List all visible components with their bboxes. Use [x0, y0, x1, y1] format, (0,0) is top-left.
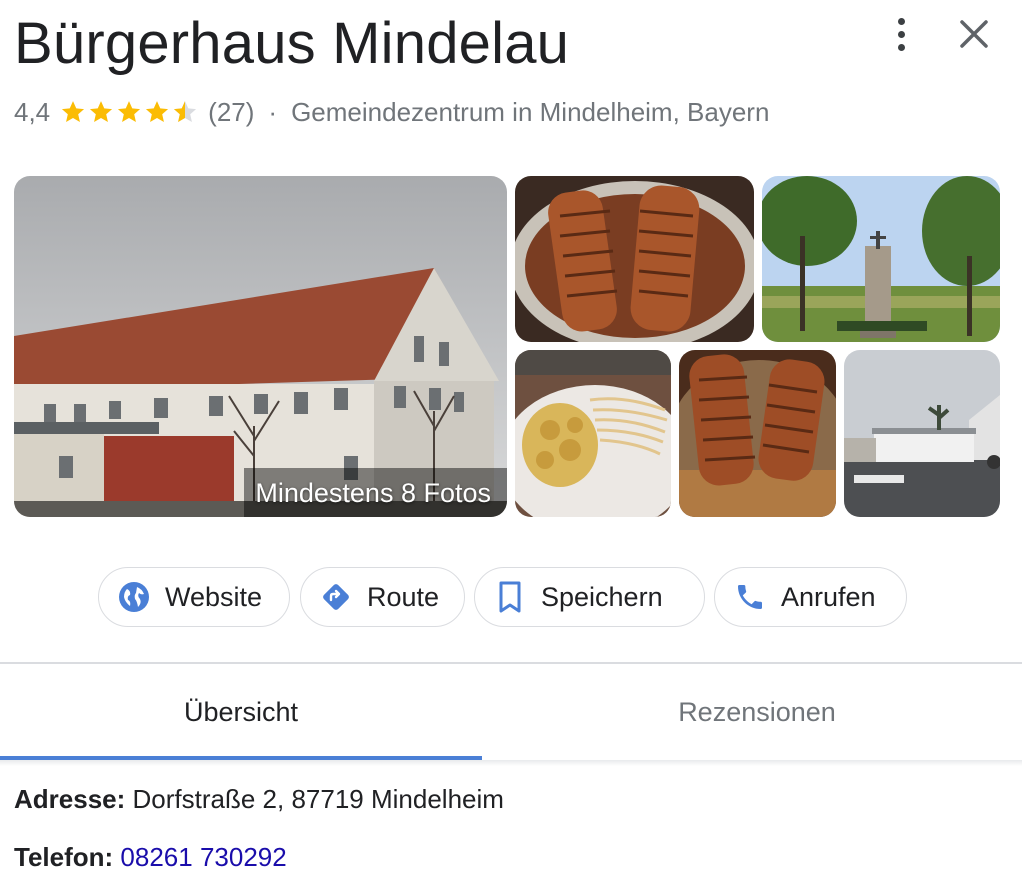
phone-row: Telefon: 08261 730292: [14, 842, 287, 873]
website-button[interactable]: Website: [98, 567, 290, 627]
phone-link[interactable]: 08261 730292: [120, 842, 286, 872]
website-label: Website: [165, 581, 263, 612]
rating-stars: [60, 99, 198, 125]
star-icon: [146, 101, 169, 122]
address-row: Adresse: Dorfstraße 2, 87719 Mindelheim: [14, 784, 504, 815]
photo-main-building[interactable]: Mindestens 8 Fotos: [14, 176, 507, 517]
close-icon[interactable]: [950, 12, 998, 56]
photo-count-caption: Mindestens 8 Fotos: [255, 478, 491, 508]
review-count[interactable]: (27): [208, 97, 254, 128]
address-value: Dorfstraße 2, 87719 Mindelheim: [132, 784, 504, 814]
star-icon: [62, 101, 85, 122]
call-label: Anrufen: [781, 581, 876, 612]
place-title: Bürgerhaus Mindelau: [14, 11, 570, 76]
rating-value: 4,4: [14, 96, 51, 127]
phone-label: Telefon:: [14, 842, 114, 872]
photo-food-ribs[interactable]: [515, 176, 754, 342]
phone-icon: [733, 580, 767, 614]
tab-overview[interactable]: Übersicht: [0, 664, 482, 760]
star-icon: [90, 101, 113, 122]
star-icon: [118, 101, 141, 122]
address-label: Adresse:: [14, 784, 126, 814]
directions-icon: [319, 580, 353, 614]
more-vert-icon[interactable]: [886, 14, 916, 54]
route-button[interactable]: Route: [300, 567, 465, 627]
photo-food-salad[interactable]: [515, 350, 671, 517]
bookmark-icon: [493, 580, 527, 614]
tab-reviews[interactable]: Rezensionen: [492, 664, 1022, 760]
globe-icon: [117, 580, 151, 614]
save-button[interactable]: Speichern: [474, 567, 705, 627]
star-half-icon: [174, 101, 197, 122]
photo-parking-lot[interactable]: [844, 350, 1000, 517]
action-bar: Website Route Speichern Anrufen: [0, 567, 1022, 629]
separator: ·: [268, 96, 278, 127]
rating-line: 4,4 (27) · Gemeindezentrum in Mindelheim…: [14, 94, 769, 130]
save-label: Speichern: [541, 581, 663, 612]
photo-food-ribs-2[interactable]: [679, 350, 836, 517]
place-category: Gemeindezentrum in Mindelheim, Bayern: [291, 96, 770, 127]
photo-monument[interactable]: [762, 176, 1000, 342]
route-label: Route: [367, 581, 440, 612]
call-button[interactable]: Anrufen: [714, 567, 907, 627]
tab-shadow: [0, 760, 1022, 766]
